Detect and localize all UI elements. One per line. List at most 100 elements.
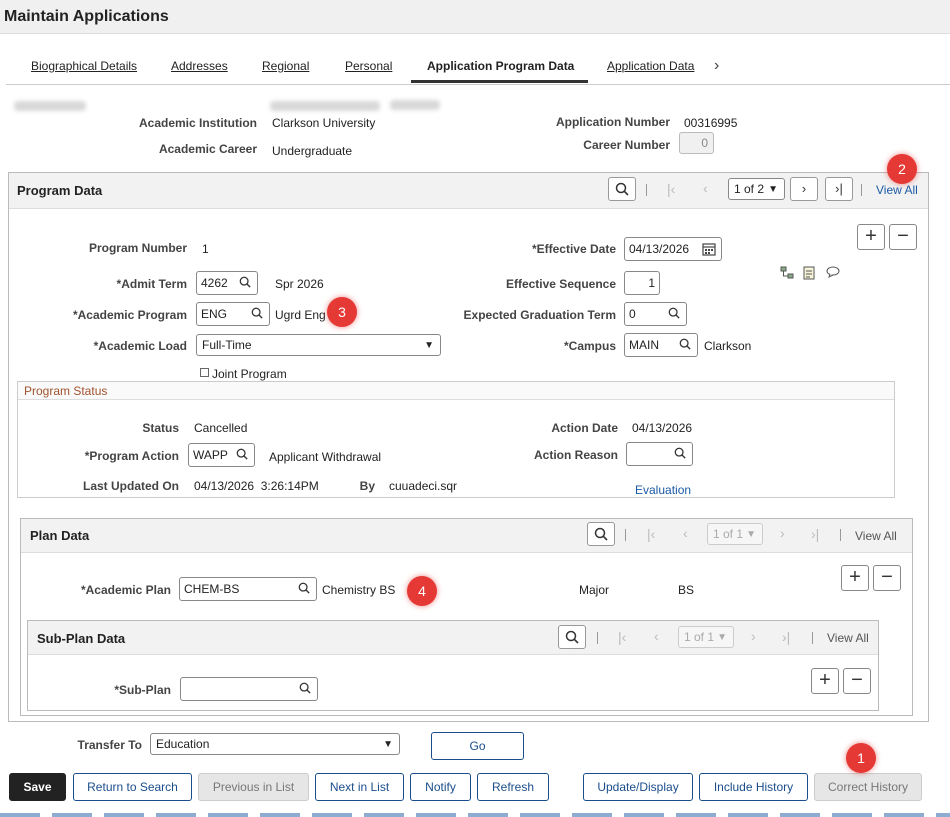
find-button[interactable]: [608, 177, 636, 201]
academic-plan-label: *Academic Plan: [80, 583, 171, 597]
tab-application-program-data[interactable]: Application Program Data: [427, 59, 574, 73]
academic-plan-input[interactable]: CHEM-BS: [179, 577, 317, 601]
status-label: Status: [142, 421, 179, 435]
academic-load-select[interactable]: Full-Time ▼: [196, 334, 441, 356]
search-icon[interactable]: [236, 448, 248, 460]
chevron-down-icon: ▼: [424, 340, 434, 351]
search-icon[interactable]: [674, 447, 686, 459]
next-in-list-button[interactable]: Next in List: [315, 773, 404, 801]
separator: [861, 184, 862, 196]
search-icon[interactable]: [298, 582, 310, 594]
search-icon[interactable]: [239, 276, 251, 288]
academic-program-description: Ugrd Eng: [275, 308, 326, 322]
refresh-button[interactable]: Refresh: [477, 773, 549, 801]
last-updated-label: Last Updated On: [82, 479, 179, 493]
update-display-button[interactable]: Update/Display: [583, 773, 693, 801]
academic-program-label: *Academic Program: [72, 308, 187, 322]
sub-plan-input[interactable]: [180, 677, 318, 701]
transfer-to-label: Transfer To: [77, 738, 142, 752]
action-date-label: Action Date: [551, 421, 618, 435]
calendar-icon[interactable]: [702, 242, 716, 256]
add-row-button[interactable]: +: [857, 224, 885, 250]
chevron-down-icon: ▼: [383, 739, 393, 750]
delete-row-button[interactable]: −: [889, 224, 917, 250]
program-data-title: Program Data: [17, 183, 103, 198]
org-chart-icon[interactable]: [780, 266, 794, 280]
search-icon: [615, 182, 629, 196]
last-row-button[interactable]: ›|: [825, 177, 853, 201]
tab-biographical-details[interactable]: Biographical Details: [31, 59, 137, 73]
evaluation-link[interactable]: Evaluation: [635, 483, 691, 497]
effective-sequence-input[interactable]: 1: [624, 271, 660, 295]
annotation-badge-4: 4: [407, 576, 437, 606]
program-action-input[interactable]: WAPP: [188, 443, 255, 467]
chevron-down-icon: ▼: [717, 632, 727, 643]
program-status-header: [18, 382, 894, 400]
chevron-down-icon: ▼: [746, 529, 756, 540]
previous-icon: ‹: [654, 628, 659, 644]
separator: [597, 632, 598, 644]
expected-graduation-label: Expected Graduation Term: [463, 308, 616, 322]
return-to-search-button[interactable]: Return to Search: [73, 773, 192, 801]
search-icon[interactable]: [251, 307, 263, 319]
chevron-down-icon: ▼: [768, 184, 778, 195]
notes-icon[interactable]: [803, 266, 815, 280]
separator: [840, 529, 841, 541]
tab-application-data[interactable]: Application Data: [607, 59, 694, 73]
comment-icon[interactable]: [826, 266, 840, 278]
campus-input[interactable]: MAIN: [624, 333, 698, 357]
admit-term-label: *Admit Term: [116, 277, 187, 291]
add-plan-button[interactable]: +: [841, 565, 869, 591]
plan-type-value: Major: [579, 583, 610, 597]
plan-row-selector[interactable]: 1 of 1 ▼: [707, 523, 763, 545]
go-button[interactable]: Go: [431, 732, 524, 760]
redacted-field: [390, 100, 440, 110]
view-all-link[interactable]: View All: [876, 183, 918, 197]
delete-sub-plan-button[interactable]: −: [843, 668, 871, 694]
career-label: Academic Career: [158, 142, 257, 156]
tab-regional[interactable]: Regional: [262, 59, 309, 73]
career-number-field: 0: [679, 132, 714, 154]
campus-description: Clarkson: [704, 339, 752, 353]
tab-personal[interactable]: Personal: [345, 59, 392, 73]
next-row-button[interactable]: ›: [790, 177, 818, 201]
program-status-title: Program Status: [24, 384, 108, 398]
delete-plan-button[interactable]: −: [873, 565, 901, 591]
view-all-link[interactable]: View All: [855, 529, 897, 543]
effective-date-input[interactable]: 04/13/2026: [624, 237, 722, 261]
by-value: cuuadeci.sqr: [389, 479, 458, 493]
transfer-to-select[interactable]: Education ▼: [150, 733, 400, 755]
tabs-divider: [6, 84, 950, 85]
search-icon[interactable]: [299, 682, 311, 694]
include-history-button[interactable]: Include History: [699, 773, 808, 801]
program-number-label: Program Number: [88, 241, 187, 255]
redacted-id: [270, 101, 380, 111]
find-button[interactable]: [558, 625, 586, 649]
joint-program-label: Joint Program: [212, 367, 287, 381]
add-sub-plan-button[interactable]: +: [811, 668, 839, 694]
admit-term-input[interactable]: 4262: [196, 271, 258, 295]
application-number-value: 00316995: [684, 116, 738, 130]
view-all-link[interactable]: View All: [827, 631, 869, 645]
tab-addresses[interactable]: Addresses: [171, 59, 228, 73]
save-button[interactable]: Save: [9, 773, 66, 801]
status-value: Cancelled: [194, 421, 248, 435]
academic-load-label: *Academic Load: [93, 339, 187, 353]
by-label: By: [359, 479, 375, 493]
expected-graduation-input[interactable]: 0: [624, 302, 687, 326]
find-button[interactable]: [587, 522, 615, 546]
action-reason-input[interactable]: [626, 442, 693, 466]
sub-plan-row-selector[interactable]: 1 of 1 ▼: [678, 626, 734, 648]
correct-history-button[interactable]: Correct History: [814, 773, 922, 801]
search-icon[interactable]: [679, 338, 691, 350]
first-icon: |‹: [647, 526, 656, 542]
notify-button[interactable]: Notify: [410, 773, 471, 801]
program-row-selector[interactable]: 1 of 2 ▼: [728, 178, 785, 200]
joint-program-checkbox[interactable]: [200, 368, 209, 377]
chevron-right-icon[interactable]: ›: [714, 57, 719, 75]
previous-in-list-button[interactable]: Previous in List: [198, 773, 309, 801]
academic-program-input[interactable]: ENG: [196, 302, 270, 326]
footer-links-strip: [0, 813, 950, 817]
search-icon[interactable]: [668, 307, 680, 319]
annotation-badge-2: 2: [887, 154, 917, 184]
